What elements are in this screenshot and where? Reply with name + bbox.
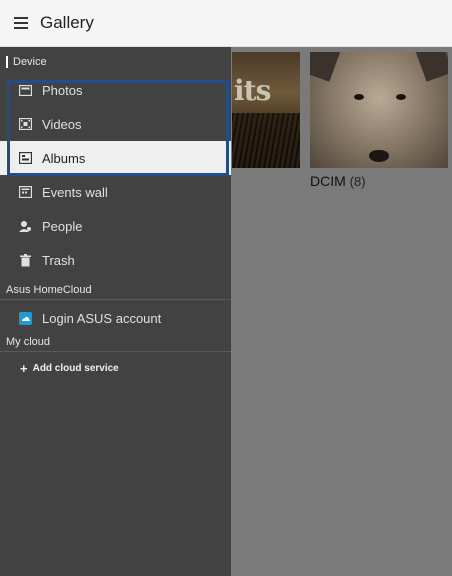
person-icon [17,218,33,234]
divider [0,351,231,352]
section-header-device: Device [0,51,231,73]
photos-icon [17,82,33,98]
album-count: (8) [349,174,366,189]
trash-icon [17,252,33,268]
wolf-eye [396,94,406,100]
drawer-item-label: People [42,218,83,234]
drawer-item-label: Events wall [42,184,108,200]
section-header-homecloud: Asus HomeCloud [6,284,92,296]
film-icon [17,116,33,132]
drawer-item-events-wall[interactable]: Events wall [0,175,231,209]
add-cloud-service-label: Add cloud service [32,362,119,374]
drawer-item-label: Albums [42,150,86,166]
navigation-drawer: Device Photos Videos Albums Events wall … [0,47,231,576]
hamburger-menu-icon[interactable] [10,12,32,34]
drawer-item-label: Trash [42,252,75,268]
album-thumbnail-dcim[interactable] [310,52,448,168]
wolf-nose [369,150,389,162]
album-thumbnail[interactable]: its [232,52,300,168]
app-bar: Gallery [0,0,452,47]
drawer-item-people[interactable]: People [0,209,231,243]
drawer-item-label: Videos [42,116,82,132]
drawer-item-trash[interactable]: Trash [0,243,231,277]
app-title: Gallery [40,13,94,32]
drawer-item-albums[interactable]: Albums [0,141,231,175]
album-label-dcim[interactable]: DCIM (8) [310,173,366,189]
section-header-mycloud: My cloud [6,336,51,348]
drawer-item-photos[interactable]: Photos [0,73,231,107]
cloud-icon [17,310,33,326]
plus-icon: + [20,360,28,376]
add-cloud-service-button[interactable]: + Add cloud service [0,357,231,379]
drawer-item-label: Photos [42,82,83,98]
drawer-item-videos[interactable]: Videos [0,107,231,141]
calendar-icon [17,184,33,200]
divider [0,299,231,300]
drawer-item-label: Login ASUS account [42,310,162,326]
drawer-item-login-asus[interactable]: Login ASUS account [0,301,231,335]
albums-icon [17,150,33,166]
wolf-eye [354,94,364,100]
